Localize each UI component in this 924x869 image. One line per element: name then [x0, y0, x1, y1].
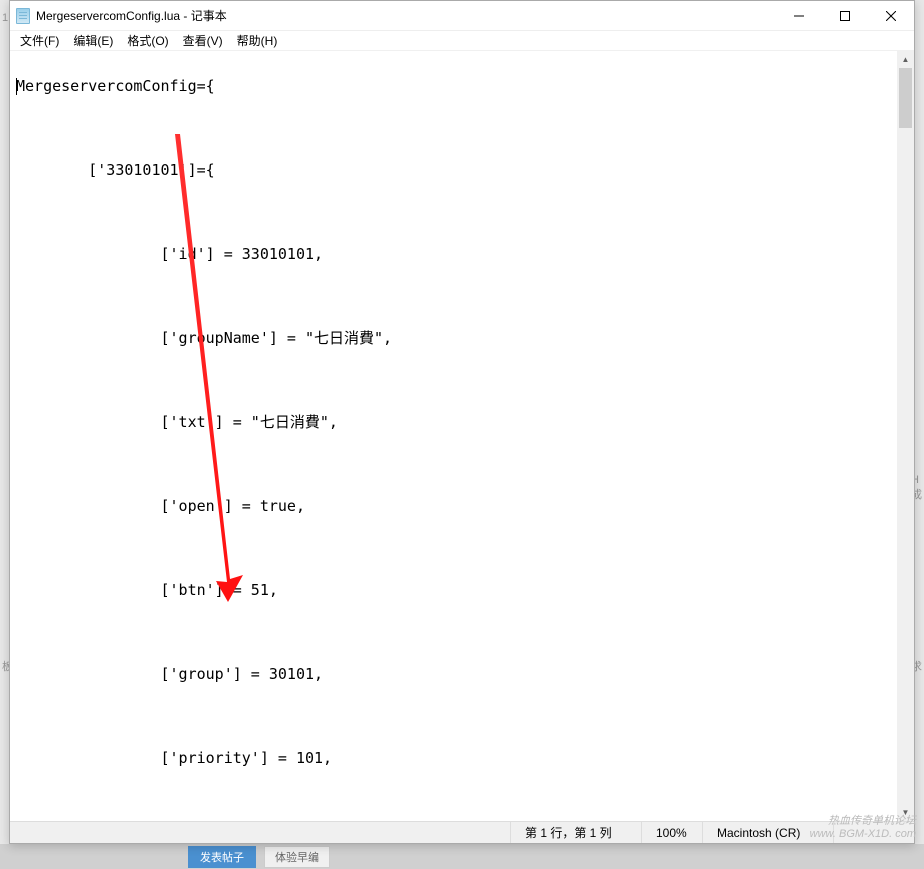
bg-btn2: 体验早编: [264, 846, 330, 868]
menu-help[interactable]: 帮助(H): [231, 31, 284, 50]
code-line: ['groupName'] = "七日消費",: [16, 328, 891, 349]
scroll-up-button[interactable]: ▲: [897, 51, 914, 68]
bg-post-button: 发表帖子: [188, 846, 256, 868]
watermark: 热血传奇单机论坛 www. BGM-X1D. com: [810, 815, 916, 841]
code-line: MergeservercomConfig={: [16, 77, 215, 95]
close-button[interactable]: [868, 1, 914, 30]
scroll-thumb[interactable]: [899, 68, 912, 128]
code-line: ['txt'] = "七日消費",: [16, 412, 891, 433]
window-title: MergeservercomConfig.lua - 记事本: [36, 7, 776, 24]
notepad-window: MergeservercomConfig.lua - 记事本 文件(F) 编辑(…: [9, 0, 915, 844]
code-line: ['id'] = 33010101,: [16, 244, 891, 265]
code-line: ['priority'] = 101,: [16, 748, 891, 769]
code-line: ['33010101']={: [16, 160, 891, 181]
minimize-icon: [794, 11, 804, 21]
content-area: MergeservercomConfig={ ['33010101']={ ['…: [10, 51, 914, 821]
maximize-icon: [840, 11, 850, 21]
menubar: 文件(F) 编辑(E) 格式(O) 查看(V) 帮助(H): [10, 31, 914, 51]
code-line: ['btn'] = 51,: [16, 580, 891, 601]
window-controls: [776, 1, 914, 30]
watermark-1: 热血传奇单机论坛: [810, 815, 916, 828]
notepad-icon: [16, 8, 30, 24]
chevron-up-icon: ▲: [902, 55, 910, 64]
close-icon: [886, 11, 896, 21]
menu-edit[interactable]: 编辑(E): [67, 31, 119, 50]
code-line: ['open'] = true,: [16, 496, 891, 517]
bg-page-bottom: 发表帖子 体验早编: [0, 844, 924, 869]
watermark-2: www. BGM-X1D. com: [810, 828, 916, 841]
titlebar[interactable]: MergeservercomConfig.lua - 记事本: [10, 1, 914, 31]
maximize-button[interactable]: [822, 1, 868, 30]
status-zoom: 100%: [642, 822, 702, 843]
minimize-button[interactable]: [776, 1, 822, 30]
statusbar: 第 1 行，第 1 列 100% Macintosh (CR): [10, 821, 914, 843]
menu-format[interactable]: 格式(O): [121, 31, 174, 50]
vertical-scrollbar[interactable]: ▲ ▼: [897, 51, 914, 821]
scroll-track[interactable]: [897, 68, 914, 804]
text-editor[interactable]: MergeservercomConfig={ ['33010101']={ ['…: [10, 51, 897, 821]
code-line: ['group'] = 30101,: [16, 664, 891, 685]
status-position: 第 1 行，第 1 列: [511, 822, 641, 843]
menu-view[interactable]: 查看(V): [177, 31, 229, 50]
bg-fragment: 1: [2, 12, 8, 24]
menu-file[interactable]: 文件(F): [14, 31, 65, 50]
